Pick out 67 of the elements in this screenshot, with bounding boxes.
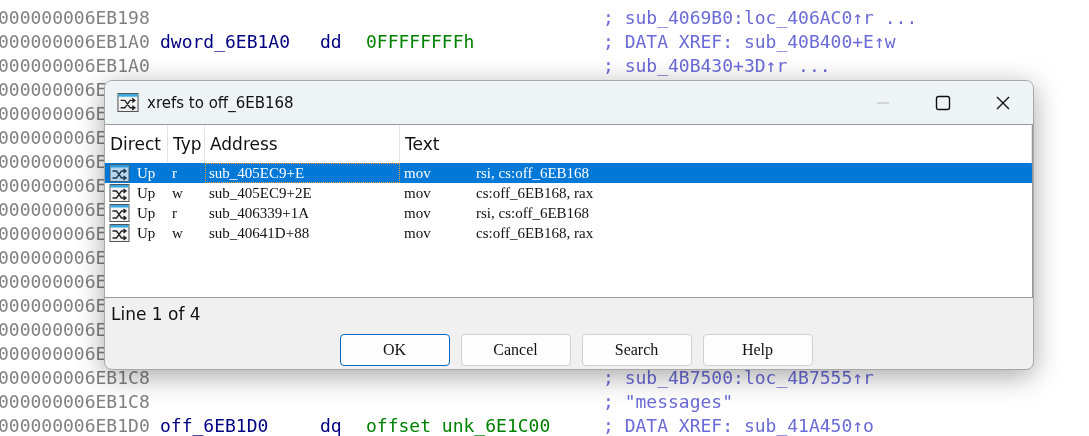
instruction-text: mov	[403, 164, 432, 183]
operands-text: rsi, cs:off_6EB168	[475, 164, 591, 183]
label-name: off_6EB1D0	[160, 414, 270, 436]
line-address: 000000006EB1C8	[0, 391, 150, 412]
shuffle-icon	[109, 164, 130, 182]
line-address: 000000006EB1C8	[0, 367, 150, 388]
comment: ; sub_4069B0:loc_406AC0↑r ...	[603, 6, 918, 30]
line-address: 000000006E	[0, 223, 107, 244]
list-row[interactable]: Up w sub_405EC9+2E mov cs:off_6EB168, rax	[105, 183, 1032, 203]
operand-value: offset unk_6E1C00	[366, 414, 552, 436]
comment: ; DATA XREF: sub_40B400+E↑w	[603, 30, 896, 54]
operands-text: rsi, cs:off_6EB168	[475, 204, 591, 223]
line-address: 000000006E	[0, 271, 107, 292]
directive: dd	[320, 30, 343, 54]
instruction-text: mov	[403, 204, 432, 223]
status-text: Line 1 of 4	[110, 303, 202, 326]
type-text: r	[171, 164, 178, 183]
line-address: 000000006E	[0, 103, 107, 124]
line-address: 000000006EB1A0	[0, 31, 150, 52]
line-address: 000000006E	[0, 319, 107, 340]
list-row[interactable]: Up r sub_406339+1A mov rsi, cs:off_6EB168	[105, 203, 1032, 223]
shuffle-icon	[109, 184, 130, 202]
directive: dq	[320, 414, 343, 436]
comment: ; sub_40B430+3D↑r ...	[603, 54, 831, 78]
maximize-icon	[935, 94, 951, 111]
list-row[interactable]: Up w sub_40641D+88 mov cs:off_6EB168, rax	[105, 223, 1032, 243]
type-text: w	[171, 224, 184, 243]
comment: ; "messages"	[603, 390, 734, 414]
line-address: 000000006E	[0, 295, 107, 316]
line-address: 000000006E	[0, 127, 107, 148]
shuffle-icon	[109, 224, 130, 242]
window-title: xrefs to off_6EB168	[147, 93, 294, 112]
operands-text: cs:off_6EB168, rax	[475, 224, 595, 243]
line-address: 000000006E	[0, 175, 107, 196]
close-icon	[995, 94, 1011, 111]
direction-text: Up	[137, 184, 156, 203]
line-address: 000000006E	[0, 199, 107, 220]
shuffle-icon	[117, 93, 139, 112]
dialog-button[interactable]: Cancel	[460, 334, 571, 366]
dialog-button[interactable]: Search	[581, 334, 692, 366]
operand-value: 0FFFFFFFFh	[366, 30, 476, 54]
line-address: 000000006EB198	[0, 7, 150, 28]
operands-text: cs:off_6EB168, rax	[475, 184, 595, 203]
instruction-text: mov	[403, 224, 432, 243]
line-address: 000000006EB1A0	[0, 55, 150, 76]
dialog-button[interactable]: OK	[339, 334, 450, 366]
shuffle-icon	[109, 204, 130, 222]
line-address: 000000006E	[0, 247, 107, 268]
line-address: 000000006E	[0, 79, 107, 100]
instruction-text: mov	[403, 184, 432, 203]
direction-text: Up	[137, 204, 156, 223]
type-text: r	[171, 204, 178, 223]
address-text: sub_405EC9+2E	[208, 184, 313, 203]
line-address: 000000006E	[0, 343, 107, 364]
direction-text: Up	[137, 164, 156, 183]
line-address: 000000006EB1D0	[0, 415, 150, 436]
list-row[interactable]: Up r sub_405EC9+E mov rsi, cs:off_6EB168	[105, 163, 1032, 183]
dialog-button[interactable]: Help	[702, 334, 813, 366]
label-name: dword_6EB1A0	[160, 30, 292, 54]
type-text: w	[171, 184, 184, 203]
line-address: 000000006E	[0, 151, 107, 172]
comment: ; DATA XREF: sub_41A450↑o	[603, 414, 874, 436]
comment: ; sub_4B7500:loc_4B7555↑r	[603, 366, 874, 390]
address-text: sub_405EC9+E	[205, 163, 400, 183]
address-text: sub_40641D+88	[208, 224, 311, 243]
direction-text: Up	[137, 224, 156, 243]
address-text: sub_406339+1A	[208, 204, 311, 223]
